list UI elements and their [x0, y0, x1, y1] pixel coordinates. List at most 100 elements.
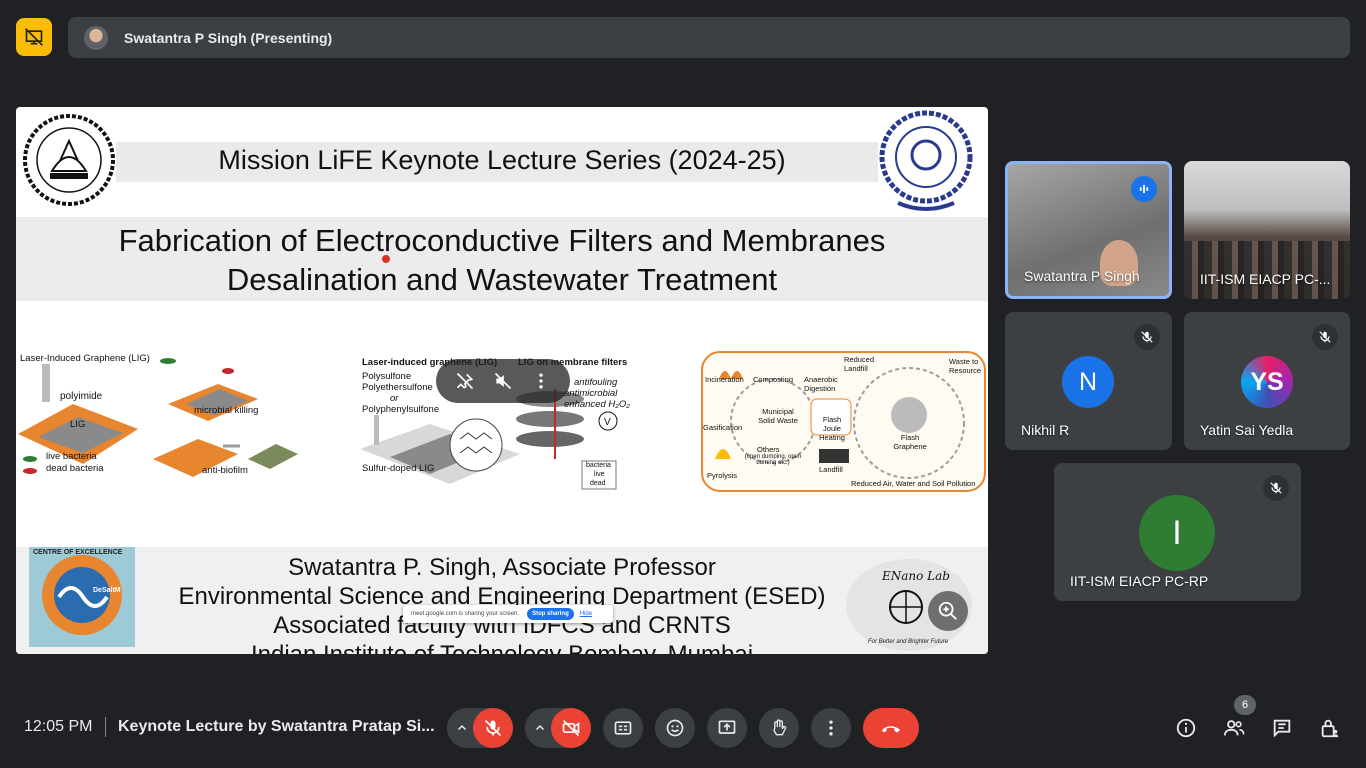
fig1-label-lig: Laser-Induced Graphene (LIG) — [20, 353, 150, 364]
participant-video — [1184, 241, 1350, 299]
presenter-avatar — [84, 25, 108, 50]
iit-ism-logo — [879, 110, 973, 211]
closed-captions-icon — [614, 721, 632, 735]
fig3-anaerobic: Anaerobic Digestion — [804, 375, 838, 393]
enano-logo-text: ENano Lab — [882, 569, 950, 583]
zoom-in-icon — [938, 601, 957, 620]
chat-icon — [1273, 719, 1291, 738]
chevron-up-icon[interactable] — [456, 722, 468, 734]
hand-icon — [773, 719, 787, 736]
fig3-reduced-pollution: Reduced Air, Water and Soil Pollution — [851, 479, 976, 488]
fig3-composting: Composting — [753, 375, 794, 384]
title-divider — [105, 717, 106, 737]
raise-hand-button[interactable] — [759, 708, 799, 748]
camera-off-icon — [562, 719, 580, 737]
fig2-label-polyphenylsulfone: Polyphenylsulfone — [362, 404, 440, 415]
more-options-button[interactable] — [811, 708, 851, 748]
participant-tile-yatin[interactable]: YS Yatin Sai Yedla — [1184, 312, 1350, 450]
fig1-label-lig-short: LIG — [70, 419, 86, 430]
presentation-overlay-controls — [436, 359, 570, 403]
affiliation-line-1: Swatantra P. Singh, Associate Professor — [288, 554, 716, 581]
hide-banner-link[interactable]: Hide — [580, 611, 592, 617]
muted-indicator — [1134, 324, 1160, 350]
fig3-flash-joule: Flash Joule Heating — [819, 415, 845, 442]
participant-avatar: N — [1062, 356, 1114, 408]
series-title: Mission LiFE Keynote Lecture Series (202… — [218, 145, 786, 175]
fig3-flash-graphene: Flash Graphene — [893, 433, 927, 451]
more-options-icon[interactable] — [531, 371, 551, 391]
participant-avatar: YS — [1241, 356, 1293, 408]
presenting-label: Swatantra P Singh (Presenting) — [124, 29, 333, 46]
participant-name: Yatin Sai Yedla — [1200, 422, 1294, 438]
muted-indicator — [1263, 475, 1289, 501]
coe-logo-text: CENTRE OF EXCELLENCE — [33, 549, 123, 556]
audio-level-icon — [1139, 184, 1149, 194]
fig2-label-live: live — [594, 471, 605, 478]
fig2-label-polysulfone: Polysulfone — [362, 371, 412, 382]
fig3-gasification: Gasification — [703, 423, 743, 432]
fig3-reduced-landfill: Reduced Landfill — [844, 355, 875, 373]
talk-title-line-2: Desalination and Wastewater Treatment — [226, 262, 778, 297]
presenting-banner: Swatantra P Singh (Presenting) — [68, 17, 1350, 58]
muted-indicator — [1312, 324, 1338, 350]
people-icon — [1223, 720, 1245, 736]
participant-tile-iit-ism-rp[interactable]: I IIT-ISM EIACP PC-RP — [1054, 463, 1301, 601]
emoji-icon — [666, 719, 684, 737]
globe-icon — [889, 590, 923, 624]
camera-toggle-button[interactable] — [551, 708, 591, 748]
speaker-affiliation: Swatantra P. Singh, Associate Professor … — [116, 553, 888, 654]
talk-title: Fabrication of Electroconductive Filters… — [16, 221, 988, 299]
figure-waste-to-resource: Incineration Composting Anaerobic Digest… — [701, 349, 986, 494]
presentation-off-icon — [25, 28, 43, 46]
stop-sharing-button[interactable]: Stop sharing — [527, 608, 574, 620]
fig1-label-microbial: microbial killing — [194, 405, 259, 416]
participant-name: IIT-ISM EIACP PC-RP — [1070, 573, 1209, 589]
screen-sharing-banner: meet.google.com is sharing your screen. … — [403, 605, 613, 623]
chat-button[interactable] — [1266, 712, 1298, 744]
leave-call-button[interactable] — [863, 708, 919, 748]
fig1-label-antibiofilm: anti-biofilm — [202, 465, 248, 476]
mute-audio-icon[interactable] — [493, 371, 513, 391]
svg-text:V: V — [604, 417, 611, 428]
lock-person-icon — [1321, 719, 1339, 738]
end-call-icon — [882, 726, 900, 733]
people-button[interactable] — [1218, 712, 1250, 744]
meeting-details-button[interactable] — [1170, 712, 1202, 744]
fig3-incineration: Incineration — [705, 375, 744, 384]
microphone-toggle-button[interactable] — [473, 708, 513, 748]
meeting-title[interactable]: Keynote Lecture by Swatantra Pratap Si..… — [118, 718, 435, 736]
participant-name: Swatantra P Singh — [1024, 268, 1140, 284]
fig1-label-polyimide: polyimide — [60, 391, 103, 402]
more-vertical-icon — [829, 720, 833, 736]
iit-bombay-logo — [23, 114, 115, 206]
fig3-waste-to-resource: Waste to Resource — [949, 357, 982, 375]
mic-off-icon — [1141, 331, 1153, 343]
figure-lig-antibacterial: Laser-Induced Graphene (LIG) polyimide L… — [18, 349, 303, 494]
fig2-label-enhanced: enhanced H₂O₂ — [564, 399, 630, 410]
presentation-toggle-button[interactable] — [16, 18, 52, 56]
zoom-button[interactable] — [928, 591, 968, 631]
info-icon — [1176, 718, 1196, 738]
present-screen-button[interactable] — [707, 708, 747, 748]
fig3-pyrolysis: Pyrolysis — [707, 471, 738, 480]
pin-off-icon[interactable] — [455, 371, 475, 391]
fig3-msw: Municipal Solid Waste — [758, 407, 798, 425]
captions-button[interactable] — [603, 708, 643, 748]
present-screen-icon — [718, 720, 736, 734]
laser-pointer — [382, 255, 390, 263]
participant-avatar: I — [1139, 495, 1215, 571]
participant-tile-nikhil[interactable]: N Nikhil R — [1005, 312, 1172, 450]
meeting-clock: 12:05 PM — [24, 718, 93, 735]
participant-tile-iit-ism-room[interactable]: IIT-ISM EIACP PC-... — [1184, 161, 1350, 299]
enano-tagline: For Better and Brighter Future — [868, 639, 949, 645]
fig2-label-bacteria: bacteria — [586, 462, 611, 469]
affiliation-line-4: Indian Institute of Technology Bombay, M… — [116, 640, 888, 654]
share-banner-message: meet.google.com is sharing your screen. — [411, 611, 520, 617]
chevron-up-icon[interactable] — [534, 722, 546, 734]
reactions-button[interactable] — [655, 708, 695, 748]
participant-name: IIT-ISM EIACP PC-... — [1200, 271, 1331, 287]
host-controls-button[interactable] — [1314, 712, 1346, 744]
participant-tile-swatantra[interactable]: Swatantra P Singh — [1005, 161, 1172, 299]
talk-title-line-1: Fabrication of Electroconductive Filters… — [118, 223, 886, 258]
fig3-landfill: Landfill — [819, 465, 843, 474]
